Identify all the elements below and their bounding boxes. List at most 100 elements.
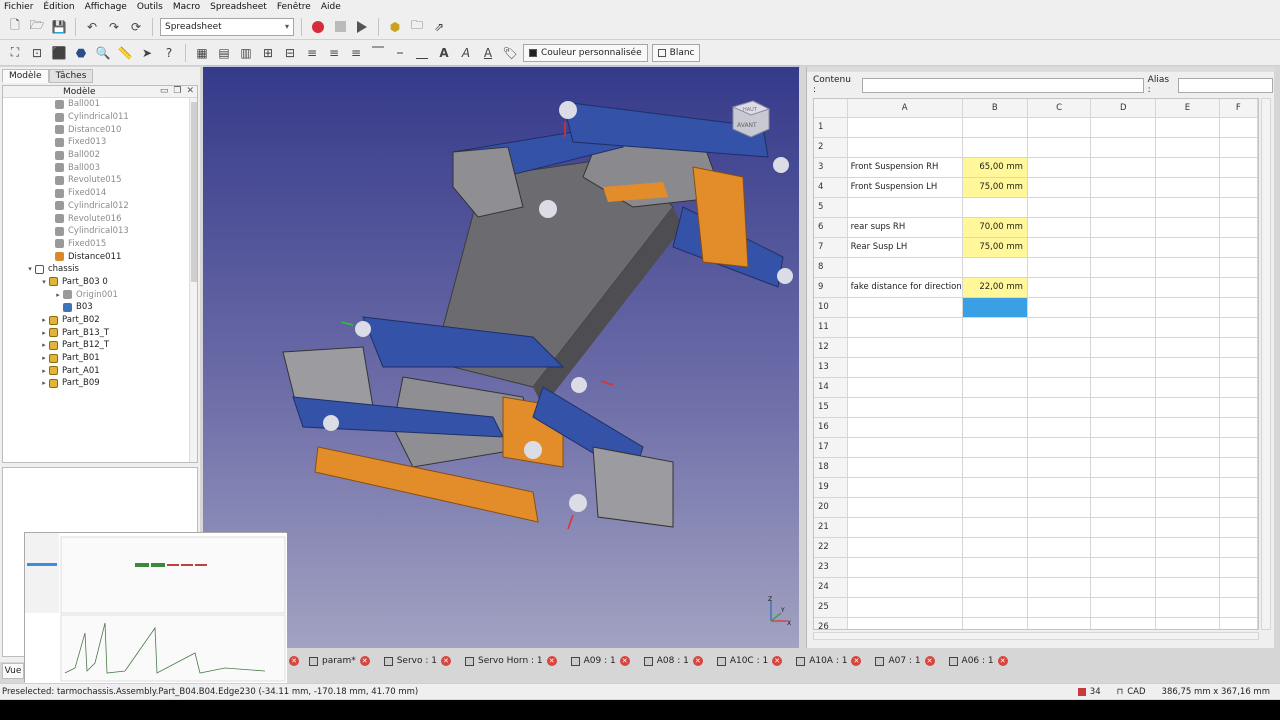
row-header[interactable]: 12 <box>814 337 848 358</box>
3d-viewport[interactable]: HAUT AVANT Z X Y <box>203 67 799 648</box>
cell-empty[interactable] <box>1155 197 1220 218</box>
cell-empty[interactable] <box>1155 377 1220 398</box>
new-document-icon[interactable]: 🗋 <box>6 18 24 36</box>
sheet-horizontal-scrollbar[interactable] <box>813 632 1259 640</box>
cell-empty[interactable] <box>1155 257 1220 278</box>
cell-empty[interactable] <box>1027 177 1092 198</box>
tree-item[interactable]: B03 <box>3 301 197 314</box>
corner-header[interactable] <box>814 99 848 118</box>
cell-empty[interactable] <box>1090 197 1157 218</box>
row-header[interactable]: 18 <box>814 457 848 478</box>
cell-b[interactable]: 22,00 mm <box>962 277 1028 298</box>
cell-empty[interactable] <box>1090 237 1157 258</box>
align-vcenter-icon[interactable]: ⎯ <box>391 44 409 62</box>
close-icon[interactable]: ✕ <box>546 656 557 666</box>
document-tab-close-first[interactable]: ✕ <box>287 653 301 669</box>
cell-empty[interactable] <box>1219 157 1258 178</box>
close-icon[interactable]: ✕ <box>924 656 935 666</box>
content-input[interactable] <box>862 77 1144 93</box>
cell-b[interactable] <box>962 617 1028 629</box>
row-header[interactable]: 16 <box>814 417 848 438</box>
cell-empty[interactable] <box>1027 317 1092 338</box>
cell-empty[interactable] <box>1027 497 1092 518</box>
cell-a[interactable] <box>847 597 963 618</box>
folder-icon[interactable]: 🗀 <box>408 18 426 36</box>
expand-arrow-icon[interactable]: ▸ <box>39 354 49 362</box>
cell-empty[interactable] <box>1090 457 1157 478</box>
workbench-selector[interactable]: Spreadsheet <box>160 17 294 36</box>
cell-b[interactable] <box>962 117 1028 138</box>
cell-empty[interactable] <box>1090 317 1157 338</box>
cell-empty[interactable] <box>1155 477 1220 498</box>
split-cell-icon[interactable]: ⊟ <box>281 44 299 62</box>
close-icon[interactable]: ✕ <box>851 656 862 666</box>
import-spreadsheet-icon[interactable]: ▤ <box>215 44 233 62</box>
row-header[interactable]: 22 <box>814 537 848 558</box>
cell-a[interactable] <box>847 297 963 318</box>
cell-b[interactable] <box>962 197 1028 218</box>
cell-b[interactable]: 65,00 mm <box>962 157 1028 178</box>
cell-empty[interactable] <box>1027 277 1092 298</box>
cell-empty[interactable] <box>1219 537 1258 558</box>
document-tab[interactable]: A09 : 1 ✕ <box>565 653 636 669</box>
cell-a[interactable] <box>847 577 963 598</box>
row-header[interactable]: 5 <box>814 197 848 218</box>
row-header[interactable]: 25 <box>814 597 848 618</box>
cell-b[interactable] <box>962 577 1028 598</box>
tab-view[interactable]: Vue <box>2 663 24 679</box>
tree-item[interactable]: Distance010 <box>3 123 197 136</box>
document-tab[interactable]: A08 : 1 ✕ <box>638 653 709 669</box>
cell-a[interactable] <box>847 317 963 338</box>
cell-b[interactable] <box>962 477 1028 498</box>
cell-empty[interactable] <box>1027 117 1092 138</box>
cell-empty[interactable] <box>1090 157 1157 178</box>
save-document-icon[interactable]: 💾 <box>50 18 68 36</box>
cell-a[interactable] <box>847 357 963 378</box>
cell-empty[interactable] <box>1027 357 1092 378</box>
menu-affichage[interactable]: Affichage <box>85 2 127 12</box>
cell-empty[interactable] <box>1027 397 1092 418</box>
cell-b[interactable] <box>962 337 1028 358</box>
close-icon[interactable]: ✕ <box>440 656 451 666</box>
cell-empty[interactable] <box>1090 577 1157 598</box>
close-icon[interactable]: ✕ <box>692 656 703 666</box>
cell-empty[interactable] <box>1155 117 1220 138</box>
align-right-icon[interactable]: ≡ <box>347 44 365 62</box>
row-header[interactable]: 15 <box>814 397 848 418</box>
row-header[interactable]: 13 <box>814 357 848 378</box>
cell-a[interactable] <box>847 397 963 418</box>
expand-arrow-icon[interactable]: ▸ <box>39 379 49 387</box>
macro-stop-button[interactable] <box>331 18 349 36</box>
cell-empty[interactable] <box>1219 297 1258 318</box>
cell-empty[interactable] <box>1219 457 1258 478</box>
blank-color-button[interactable]: Blanc <box>651 43 701 62</box>
cell-empty[interactable] <box>1027 197 1092 218</box>
create-spreadsheet-icon[interactable]: ▦ <box>193 44 211 62</box>
cell-empty[interactable] <box>1027 337 1092 358</box>
align-top-icon[interactable]: ⎺ <box>369 44 387 62</box>
cell-empty[interactable] <box>1155 597 1220 618</box>
menu-fen-tre[interactable]: Fenêtre <box>277 2 311 12</box>
cell-empty[interactable] <box>1090 357 1157 378</box>
cell-empty[interactable] <box>1155 517 1220 538</box>
cell-empty[interactable] <box>1090 537 1157 558</box>
merge-cells-icon[interactable]: ⊞ <box>259 44 277 62</box>
cell-b[interactable] <box>962 377 1028 398</box>
expand-arrow-icon[interactable]: ▾ <box>25 265 35 273</box>
cell-empty[interactable] <box>1155 497 1220 518</box>
cell-empty[interactable] <box>1090 277 1157 298</box>
cell-empty[interactable] <box>1155 457 1220 478</box>
tab-tasks[interactable]: Tâches <box>48 69 94 83</box>
cell-a[interactable] <box>847 117 963 138</box>
cell-empty[interactable] <box>1090 497 1157 518</box>
cell-empty[interactable] <box>1219 557 1258 578</box>
tree-item[interactable]: ▸ Part_B02 <box>3 314 197 327</box>
expand-arrow-icon[interactable]: ▸ <box>39 316 49 324</box>
cell-empty[interactable] <box>1027 237 1092 258</box>
cell-empty[interactable] <box>1219 317 1258 338</box>
cell-empty[interactable] <box>1219 337 1258 358</box>
row-header[interactable]: 1 <box>814 117 848 138</box>
cell-empty[interactable] <box>1155 137 1220 158</box>
cell-a[interactable] <box>847 477 963 498</box>
cell-empty[interactable] <box>1219 237 1258 258</box>
